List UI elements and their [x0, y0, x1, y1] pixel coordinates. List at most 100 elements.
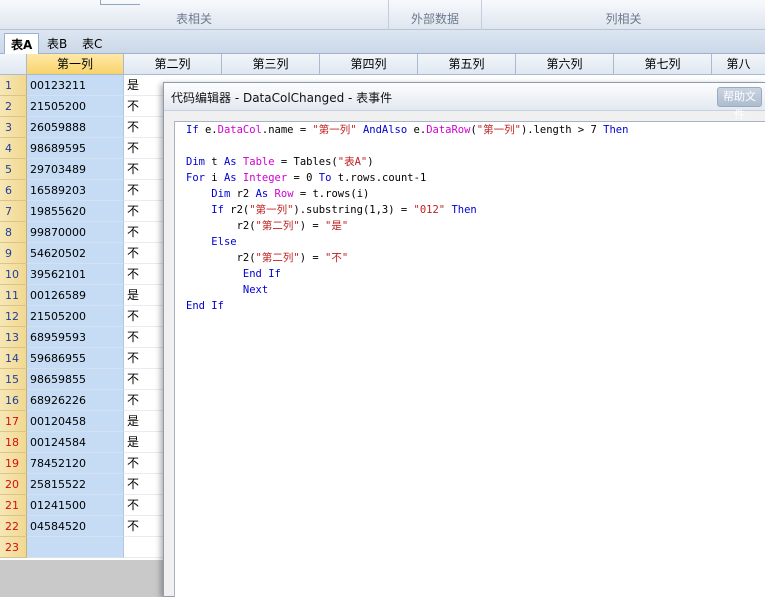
cell-col2[interactable]: 是 — [124, 285, 164, 306]
cell-col2[interactable] — [124, 537, 164, 558]
row-number[interactable]: 3 — [0, 117, 27, 138]
row-number[interactable]: 15 — [0, 369, 27, 390]
cell-col1[interactable]: 59686955 — [27, 348, 124, 369]
cell-col1[interactable] — [27, 537, 124, 558]
cell-col2[interactable]: 不 — [124, 495, 164, 516]
cell-col2[interactable]: 不 — [124, 327, 164, 348]
column-header[interactable]: 第六列 — [516, 54, 614, 75]
column-header[interactable]: 第一列 — [27, 54, 124, 75]
sheet-tabs: 表A 表B 表C — [0, 30, 765, 54]
ribbon-group-column: 列相关 — [482, 0, 765, 30]
cell-col1[interactable]: 98659855 — [27, 369, 124, 390]
row-number[interactable]: 4 — [0, 138, 27, 159]
code-editor-window[interactable]: 代码编辑器 - DataColChanged - 表事件 帮助文件 If e.D… — [163, 82, 765, 597]
cell-col1[interactable]: 68959593 — [27, 327, 124, 348]
cell-col1[interactable]: 16589203 — [27, 180, 124, 201]
row-number[interactable]: 11 — [0, 285, 27, 306]
row-number[interactable]: 16 — [0, 390, 27, 411]
row-number[interactable]: 18 — [0, 432, 27, 453]
cell-col2[interactable]: 不 — [124, 516, 164, 537]
row-number[interactable]: 22 — [0, 516, 27, 537]
code-line: End If — [186, 300, 224, 312]
code-line: Dim t As Table = Tables("表A") — [186, 156, 374, 168]
cell-col1[interactable]: 54620502 — [27, 243, 124, 264]
cell-col1[interactable]: 26059888 — [27, 117, 124, 138]
cell-col1[interactable]: 01241500 — [27, 495, 124, 516]
cell-col1[interactable]: 21505200 — [27, 96, 124, 117]
cell-col2[interactable]: 是 — [124, 432, 164, 453]
cell-col1[interactable]: 78452120 — [27, 453, 124, 474]
row-number[interactable]: 12 — [0, 306, 27, 327]
row-number[interactable]: 6 — [0, 180, 27, 201]
cell-col2[interactable]: 不 — [124, 201, 164, 222]
row-number[interactable]: 8 — [0, 222, 27, 243]
tab-sheet-b[interactable]: 表B — [41, 33, 73, 54]
cell-col1[interactable]: 04584520 — [27, 516, 124, 537]
cell-col2[interactable]: 不 — [124, 138, 164, 159]
cell-col1[interactable]: 99870000 — [27, 222, 124, 243]
editor-titlebar[interactable]: 代码编辑器 - DataColChanged - 表事件 帮助文件 — [164, 83, 765, 121]
row-number[interactable]: 13 — [0, 327, 27, 348]
cell-col1[interactable]: 25815522 — [27, 474, 124, 495]
row-number[interactable]: 1 — [0, 75, 27, 96]
row-number[interactable]: 19 — [0, 453, 27, 474]
cell-col1[interactable]: 21505200 — [27, 306, 124, 327]
cell-col2[interactable]: 不 — [124, 306, 164, 327]
row-number[interactable]: 7 — [0, 201, 27, 222]
cell-col1[interactable]: 00120458 — [27, 411, 124, 432]
ribbon-group-external: 外部数据 — [389, 0, 482, 30]
help-button[interactable]: 帮助文件 — [717, 87, 762, 121]
cell-col1[interactable]: 29703489 — [27, 159, 124, 180]
row-number[interactable]: 21 — [0, 495, 27, 516]
ribbon-group-label: 外部数据 — [410, 12, 459, 26]
tab-sheet-c[interactable]: 表C — [76, 33, 108, 54]
cell-col2[interactable]: 不 — [124, 180, 164, 201]
row-number[interactable]: 10 — [0, 264, 27, 285]
row-number[interactable]: 17 — [0, 411, 27, 432]
cell-col2[interactable]: 不 — [124, 348, 164, 369]
cell-col2[interactable]: 不 — [124, 243, 164, 264]
code-line: r2("第二列") = "是" — [186, 220, 349, 232]
cell-col1[interactable]: 00126589 — [27, 285, 124, 306]
cell-col2[interactable]: 不 — [124, 369, 164, 390]
row-number[interactable]: 23 — [0, 537, 27, 558]
cell-col2[interactable]: 不 — [124, 117, 164, 138]
cell-col1[interactable]: 39562101 — [27, 264, 124, 285]
code-line: If e.DataCol.name = "第一列" AndAlso e.Data… — [186, 124, 629, 136]
row-number[interactable]: 9 — [0, 243, 27, 264]
tab-sheet-a[interactable]: 表A — [4, 33, 40, 54]
cell-col1[interactable]: 98689595 — [27, 138, 124, 159]
code-line: Dim r2 As Row = t.rows(i) — [211, 188, 370, 200]
row-number[interactable]: 20 — [0, 474, 27, 495]
cell-col1[interactable]: 19855620 — [27, 201, 124, 222]
cell-col1[interactable]: 00124584 — [27, 432, 124, 453]
cell-col2[interactable]: 不 — [124, 453, 164, 474]
column-header[interactable]: 第七列 — [614, 54, 712, 75]
column-header[interactable]: 第八 — [712, 54, 765, 75]
column-header[interactable]: 第五列 — [418, 54, 516, 75]
grid-corner[interactable] — [0, 54, 27, 75]
ribbon: 表相关 外部数据 列相关 — [0, 0, 765, 30]
cell-col2[interactable]: 不 — [124, 222, 164, 243]
cell-col2[interactable]: 不 — [124, 474, 164, 495]
cell-col1[interactable]: 00123211 — [27, 75, 124, 96]
code-line: End If — [242, 268, 281, 280]
row-number[interactable]: 2 — [0, 96, 27, 117]
code-line: If r2("第一列").substring(1,3) = "012" Then — [211, 204, 477, 216]
code-textarea[interactable]: If e.DataCol.name = "第一列" AndAlso e.Data… — [174, 121, 765, 597]
ribbon-group-label: 列相关 — [605, 12, 642, 26]
cell-col2[interactable]: 是 — [124, 75, 164, 96]
cell-col2[interactable]: 不 — [124, 390, 164, 411]
cell-col2[interactable]: 是 — [124, 411, 164, 432]
column-header[interactable]: 第二列 — [124, 54, 222, 75]
code-line: r2("第二列") = "不" — [186, 252, 349, 264]
row-number[interactable]: 5 — [0, 159, 27, 180]
row-number[interactable]: 14 — [0, 348, 27, 369]
cell-col2[interactable]: 不 — [124, 159, 164, 180]
code-line: Else — [211, 236, 237, 248]
cell-col2[interactable]: 不 — [124, 264, 164, 285]
cell-col1[interactable]: 68926226 — [27, 390, 124, 411]
column-header[interactable]: 第三列 — [222, 54, 320, 75]
cell-col2[interactable]: 不 — [124, 96, 164, 117]
column-header[interactable]: 第四列 — [320, 54, 418, 75]
